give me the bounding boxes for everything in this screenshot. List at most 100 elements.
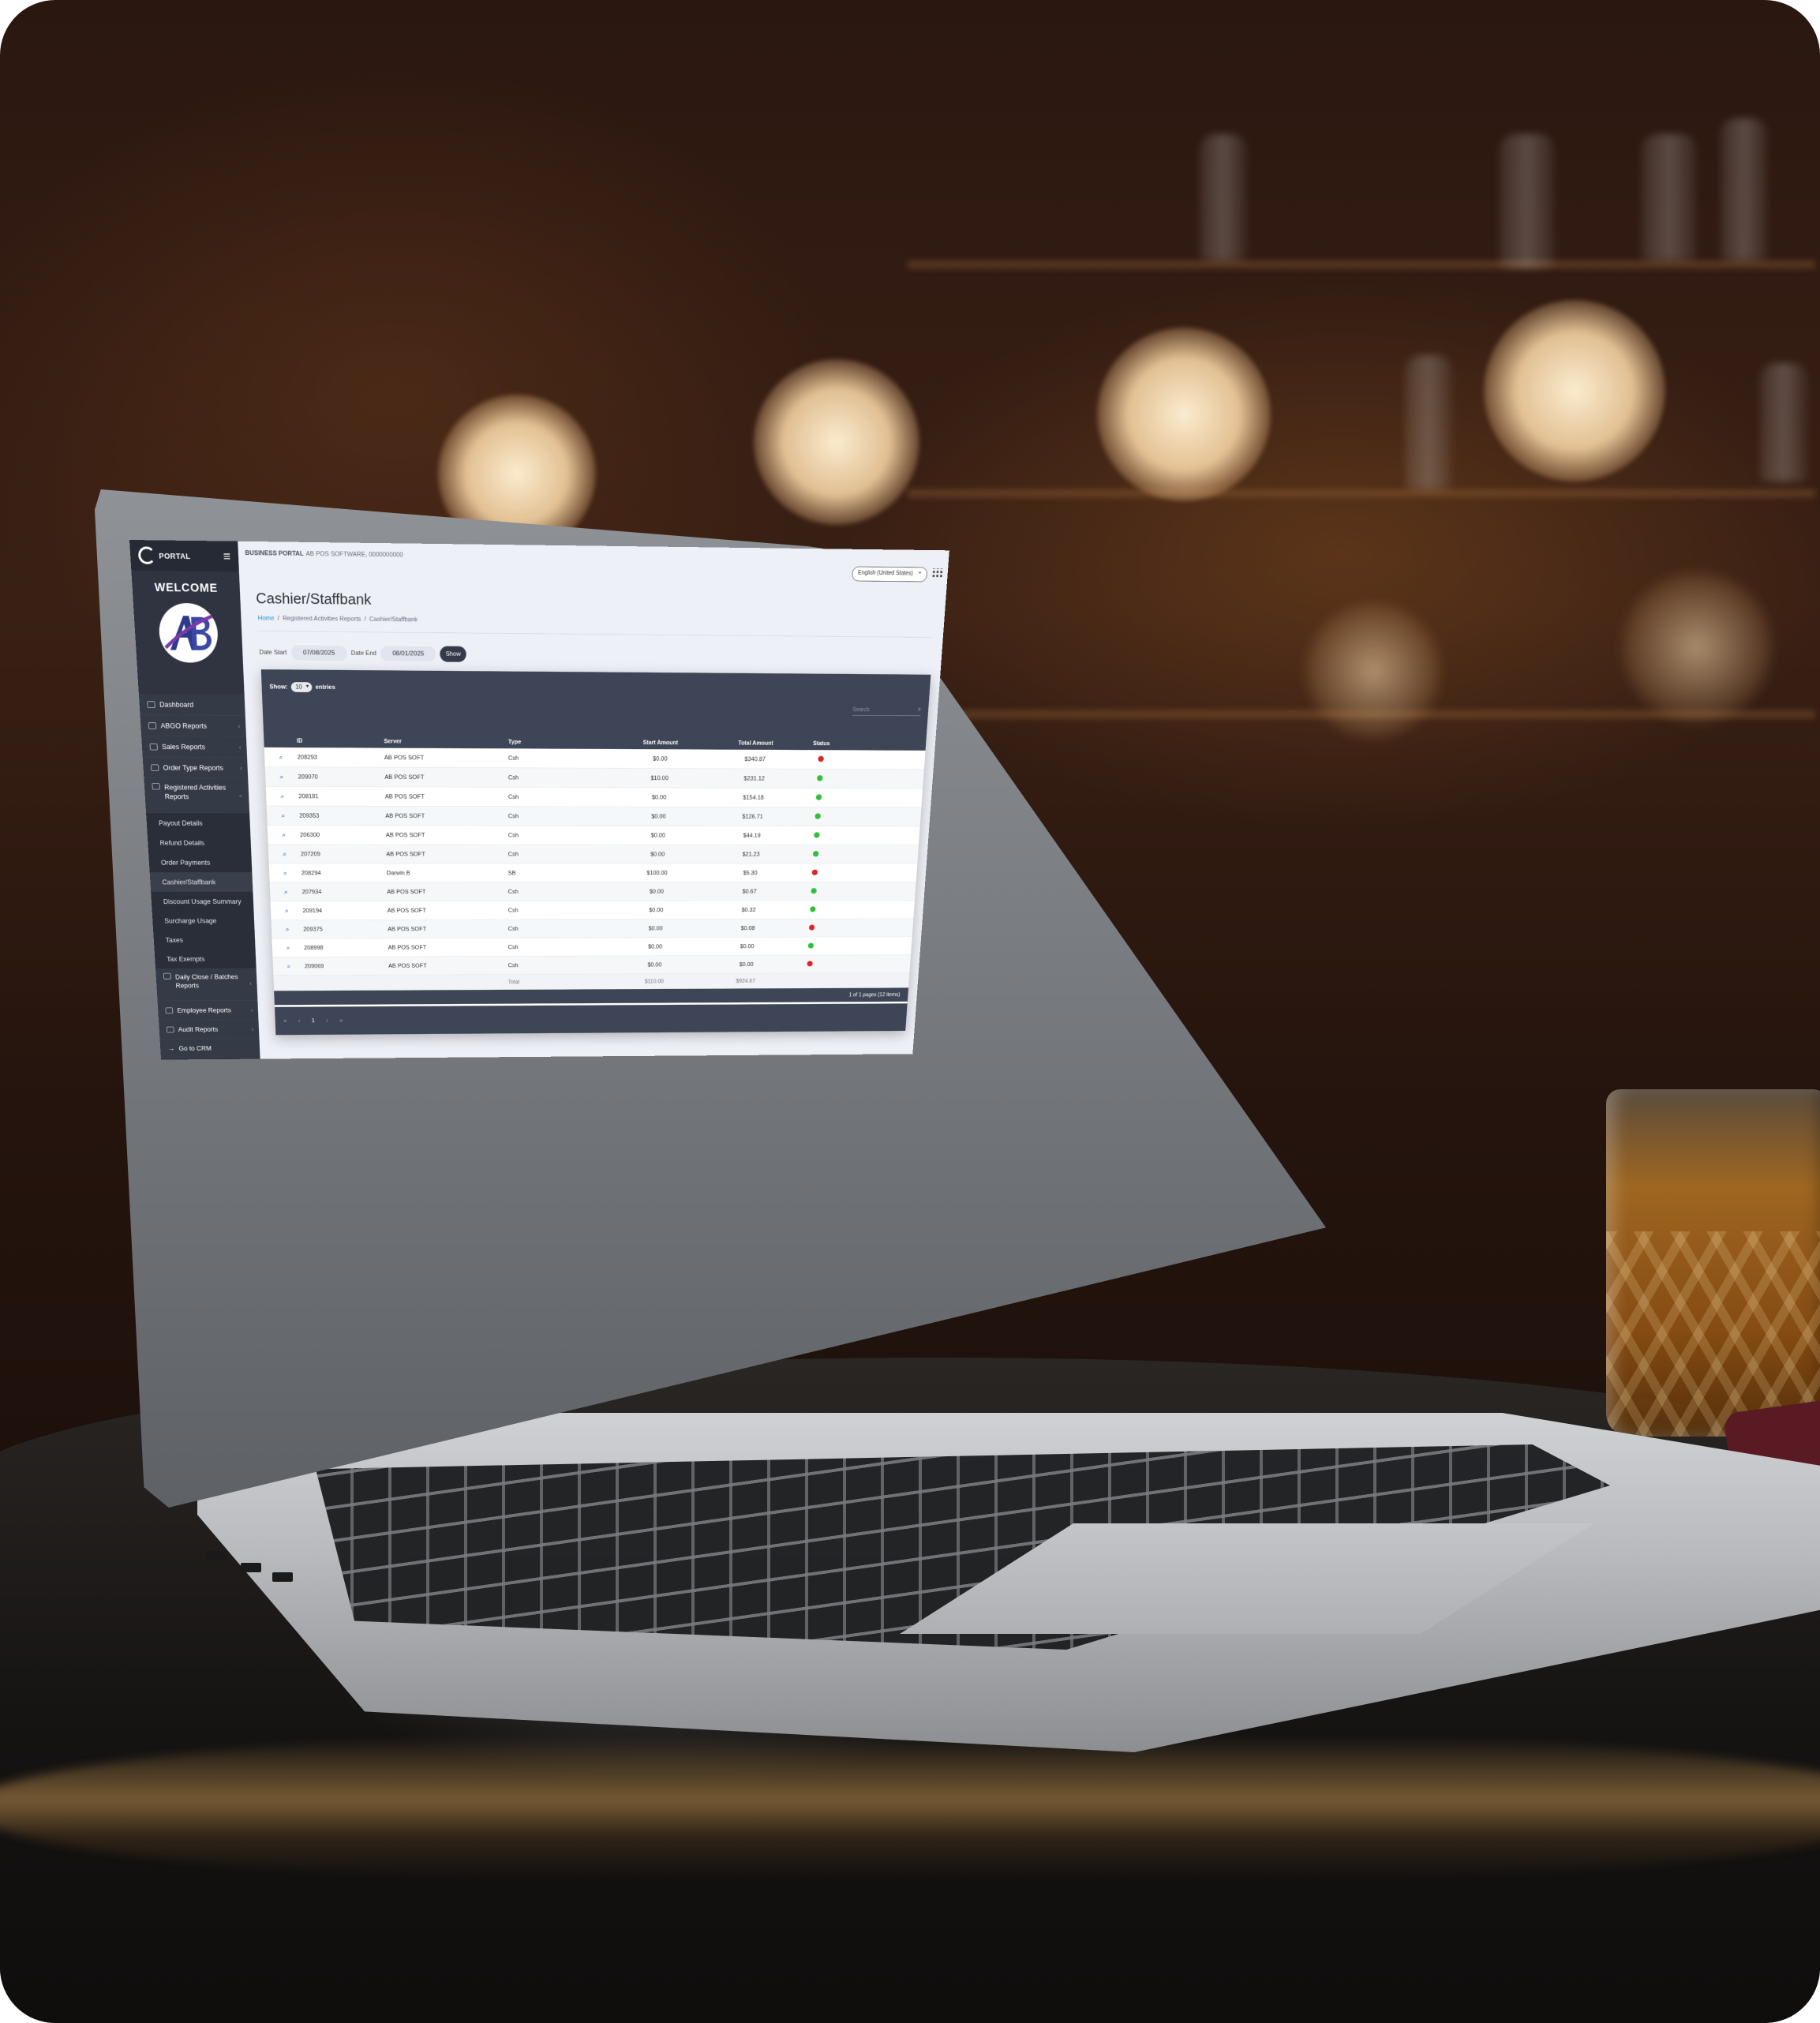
usb-port: [207, 1551, 227, 1560]
total-amount: $924.67: [702, 978, 788, 984]
table-row[interactable]: ⌕ 208294 Darwin B SB $100.00 $5.30: [269, 864, 918, 882]
column-header-start-amount[interactable]: Start Amount: [610, 740, 711, 747]
bottle: [1200, 134, 1247, 260]
view-magnifier-icon[interactable]: ⌕: [268, 830, 300, 839]
sidebar-item-go-to-crm[interactable]: → Go to CRM: [160, 1039, 260, 1058]
submenu-cashier-staffbank[interactable]: Cashier/Staffbank: [150, 872, 253, 892]
view-magnifier-icon[interactable]: ⌕: [264, 752, 298, 761]
prev-page-icon[interactable]: ‹: [298, 1018, 301, 1025]
sidebar-item-dashboard[interactable]: Dashboard: [139, 694, 245, 716]
breadcrumb-home[interactable]: Home: [258, 615, 275, 622]
sidebar-item-daily-close[interactable]: Daily Close / Batches Reports ‹: [155, 968, 257, 1002]
table-row[interactable]: ⌕ 208998 AB POS SOFT Csh $0.00 $0.00: [272, 937, 912, 957]
view-magnifier-icon[interactable]: ⌕: [271, 906, 303, 915]
cell-type: Csh: [508, 925, 607, 931]
view-magnifier-icon[interactable]: ⌕: [268, 850, 301, 859]
view-magnifier-icon[interactable]: ⌕: [266, 792, 299, 800]
sidebar-item-order-type-reports[interactable]: Order Type Reports ‹: [143, 757, 248, 778]
sidebar-item-label: Go to CRM: [178, 1044, 212, 1051]
cell-start-amount: $0.00: [609, 794, 710, 800]
bar-shelf: [908, 489, 1815, 497]
submenu-surcharge-usage[interactable]: Surcharge Usage: [152, 911, 255, 931]
column-header-status[interactable]: Status: [800, 740, 843, 747]
table-row[interactable]: ⌕ 209194 AB POS SOFT Csh $0.00 $0.32: [271, 901, 915, 920]
submenu-order-payments[interactable]: Order Payments: [148, 852, 252, 872]
breadcrumb-section[interactable]: Registered Activities Reports: [283, 615, 361, 623]
show-label: Show:: [269, 684, 287, 691]
column-header-server[interactable]: Server: [384, 738, 508, 745]
status-indicator: [796, 832, 837, 839]
cell-start-amount: $0.00: [609, 755, 710, 762]
status-dot-icon: [817, 775, 823, 781]
cell-total-amount: $5.30: [706, 870, 794, 876]
submenu-discount-usage-summary[interactable]: Discount Usage Summary: [151, 892, 253, 912]
sidebar-item-employee-reports[interactable]: Employee Reports ‹: [158, 1001, 259, 1021]
table-row[interactable]: ⌕ 207934 AB POS SOFT Csh $0.00 $0.67: [270, 882, 916, 901]
entries-select[interactable]: 10: [291, 682, 313, 692]
table-row[interactable]: ⌕ 208181 AB POS SOFT Csh $0.00 $154.18: [266, 787, 923, 808]
cell-id: 207209: [301, 851, 387, 857]
sidebar-item-abgo-reports[interactable]: ABGO Reports ‹: [140, 715, 246, 736]
sidebar-item-sales-reports[interactable]: Sales Reports ‹: [141, 736, 247, 758]
language-select[interactable]: English (United States): [852, 567, 928, 583]
first-page-icon[interactable]: «: [283, 1018, 286, 1025]
table-row[interactable]: ⌕ 208293 AB POS SOFT Csh $0.00 $340.87: [264, 747, 926, 770]
list-icon: [151, 764, 159, 770]
view-magnifier-icon[interactable]: ⌕: [269, 869, 301, 878]
submenu-refund-details[interactable]: Refund Details: [148, 833, 252, 852]
view-magnifier-icon[interactable]: ⌕: [272, 944, 305, 953]
table-row[interactable]: ⌕ 209070 AB POS SOFT Csh $10.00 $231.12: [265, 767, 924, 789]
usb-port: [272, 1572, 293, 1582]
submenu-taxes[interactable]: Taxes: [153, 930, 255, 950]
view-magnifier-icon[interactable]: ⌕: [267, 811, 299, 820]
status-indicator: [792, 906, 833, 913]
status-dot-icon: [807, 942, 813, 948]
table-row[interactable]: ⌕ 209375 AB POS SOFT Csh $0.00 $0.08: [272, 919, 914, 938]
date-start-input[interactable]: [291, 646, 347, 661]
cell-server: AB POS SOFT: [386, 832, 508, 838]
date-end-input[interactable]: [380, 646, 436, 661]
last-page-icon[interactable]: »: [339, 1017, 343, 1024]
show-button[interactable]: Show: [440, 646, 466, 662]
cell-type: Csh: [508, 851, 609, 857]
brand-bar: PORTAL ≡: [129, 540, 239, 571]
sidebar-item-registered-activities[interactable]: Registered Activities Reports ⌄: [144, 778, 249, 813]
current-page[interactable]: 1: [312, 1017, 315, 1024]
cell-type: Csh: [508, 889, 608, 895]
total-start-amount: $110.00: [605, 978, 702, 984]
cell-type: Csh: [508, 793, 609, 800]
cell-total-amount: $154.18: [709, 794, 798, 800]
portal-logo[interactable]: PORTAL: [138, 546, 191, 564]
dashboard-icon: [147, 701, 155, 708]
table-row[interactable]: ⌕ 209353 AB POS SOFT Csh $0.00 $126.71: [267, 806, 922, 826]
topbar-company: AB POS SOFTWARE, 0000000000: [305, 550, 403, 558]
show-entries: Show: 10 entries: [269, 682, 335, 692]
view-magnifier-icon[interactable]: ⌕: [270, 888, 302, 897]
table-row[interactable]: ⌕ 206300 AB POS SOFT Csh $0.00 $44.19: [268, 826, 920, 845]
column-header-type[interactable]: Type: [508, 739, 610, 746]
cell-type: Csh: [508, 944, 607, 950]
search-placeholder: Search: [852, 707, 870, 714]
cell-total-amount: $0.00: [704, 943, 791, 950]
table-row[interactable]: ⌕ 207209 AB POS SOFT Csh $0.00 $21.23: [268, 845, 919, 864]
status-indicator: [793, 888, 834, 895]
submenu-payout-details[interactable]: Payout Details: [146, 813, 250, 833]
apps-grid-icon[interactable]: [932, 568, 942, 579]
audit-icon: [167, 1026, 174, 1032]
next-page-icon[interactable]: ›: [326, 1017, 328, 1024]
cell-id: 209194: [302, 908, 387, 914]
column-header-id[interactable]: ID: [297, 738, 384, 745]
search-input[interactable]: Search ⌕: [852, 707, 921, 717]
status-dot-icon: [810, 906, 815, 912]
chevron-left-icon: ‹: [250, 1006, 253, 1013]
hamburger-menu-icon[interactable]: ≡: [223, 550, 230, 563]
view-magnifier-icon[interactable]: ⌕: [273, 962, 305, 970]
submenu-tax-exempts[interactable]: Tax Exempts: [155, 950, 257, 968]
view-magnifier-icon[interactable]: ⌕: [272, 925, 304, 934]
cell-server: Darwin B: [387, 870, 508, 876]
sidebar-item-audit-reports[interactable]: Audit Reports ‹: [159, 1020, 259, 1040]
column-header-total-amount[interactable]: Total Amount: [711, 740, 801, 747]
cell-server: AB POS SOFT: [385, 793, 508, 800]
view-magnifier-icon[interactable]: ⌕: [265, 772, 298, 781]
cell-start-amount: $0.00: [607, 889, 706, 895]
